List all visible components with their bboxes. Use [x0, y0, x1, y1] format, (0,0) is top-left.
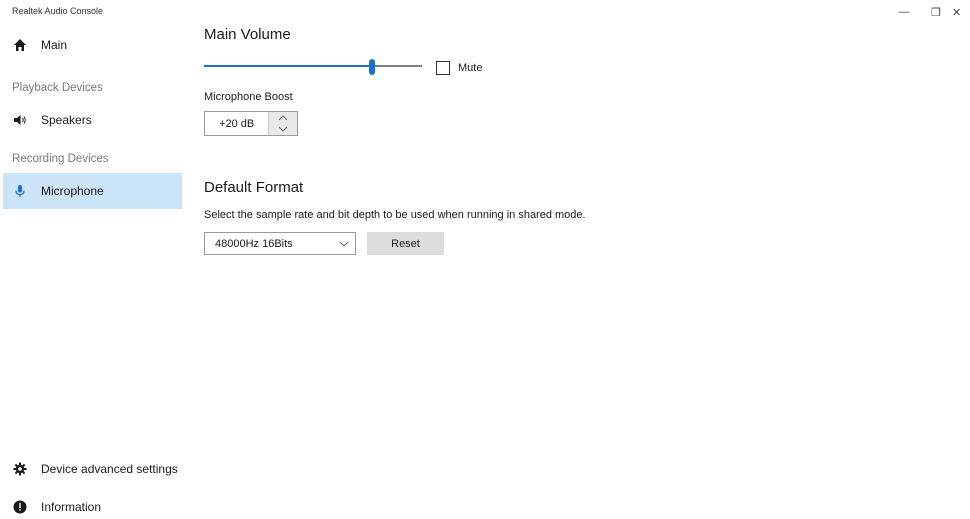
format-dropdown-value: 48000Hz 16Bits — [215, 237, 293, 250]
minimize-button[interactable]: — — [888, 0, 920, 24]
title-bar: Realtek Audio Console — ❐ ✕ — [0, 0, 970, 24]
sidebar: Main Playback Devices Speakers Recording… — [0, 24, 182, 519]
microphone-boost-stepper[interactable]: +20 dB — [204, 111, 298, 136]
boost-stepper-arrows — [268, 112, 297, 135]
mute-label: Mute — [458, 62, 483, 74]
main-volume-title: Main Volume — [204, 26, 291, 43]
microphone-boost-label: Microphone Boost — [204, 91, 293, 103]
home-icon — [13, 38, 27, 52]
realtek-audio-console-window: Realtek Audio Console — ❐ ✕ Main Playbac… — [0, 0, 970, 519]
sidebar-item-label: Information — [41, 500, 102, 514]
sidebar-item-label: Main — [41, 38, 68, 52]
chevron-down-icon[interactable] — [269, 124, 297, 136]
window-controls: — ❐ ✕ — [888, 0, 970, 24]
boost-value: +20 dB — [219, 117, 255, 130]
sidebar-item-label: Microphone — [41, 184, 104, 198]
sidebar-item-label: Device advanced settings — [41, 462, 178, 476]
volume-track-rest — [375, 65, 422, 67]
chevron-down-icon — [339, 238, 349, 250]
default-format-description: Select the sample rate and bit depth to … — [204, 209, 586, 221]
main-panel: Main Volume Mute Microphone Boost +20 dB… — [204, 24, 944, 504]
sidebar-item-information[interactable]: Information — [3, 489, 182, 519]
microphone-icon — [13, 184, 27, 198]
sidebar-item-label: Speakers — [41, 113, 92, 127]
format-dropdown[interactable]: 48000Hz 16Bits — [204, 232, 356, 255]
default-format-title: Default Format — [204, 179, 304, 196]
recording-devices-header: Recording Devices — [12, 153, 109, 165]
playback-devices-header: Playback Devices — [12, 82, 103, 94]
main-volume-slider[interactable] — [204, 59, 422, 75]
reset-button[interactable]: Reset — [367, 232, 444, 255]
close-button[interactable]: ✕ — [952, 0, 970, 24]
sidebar-item-main[interactable]: Main — [3, 27, 182, 63]
chevron-up-icon[interactable] — [269, 112, 297, 124]
info-icon — [13, 500, 27, 514]
sidebar-item-speakers[interactable]: Speakers — [3, 102, 182, 138]
sidebar-item-microphone[interactable]: Microphone — [3, 173, 182, 209]
speaker-icon — [13, 113, 27, 127]
mute-checkbox-box[interactable] — [436, 61, 450, 75]
sidebar-item-advanced-settings[interactable]: Device advanced settings — [3, 451, 182, 487]
app-title: Realtek Audio Console — [12, 6, 104, 16]
restore-button[interactable]: ❐ — [920, 0, 952, 24]
volume-track-fill — [204, 65, 369, 67]
mute-checkbox[interactable]: Mute — [436, 61, 482, 75]
volume-slider-thumb[interactable] — [369, 59, 375, 75]
gear-icon — [13, 462, 27, 476]
